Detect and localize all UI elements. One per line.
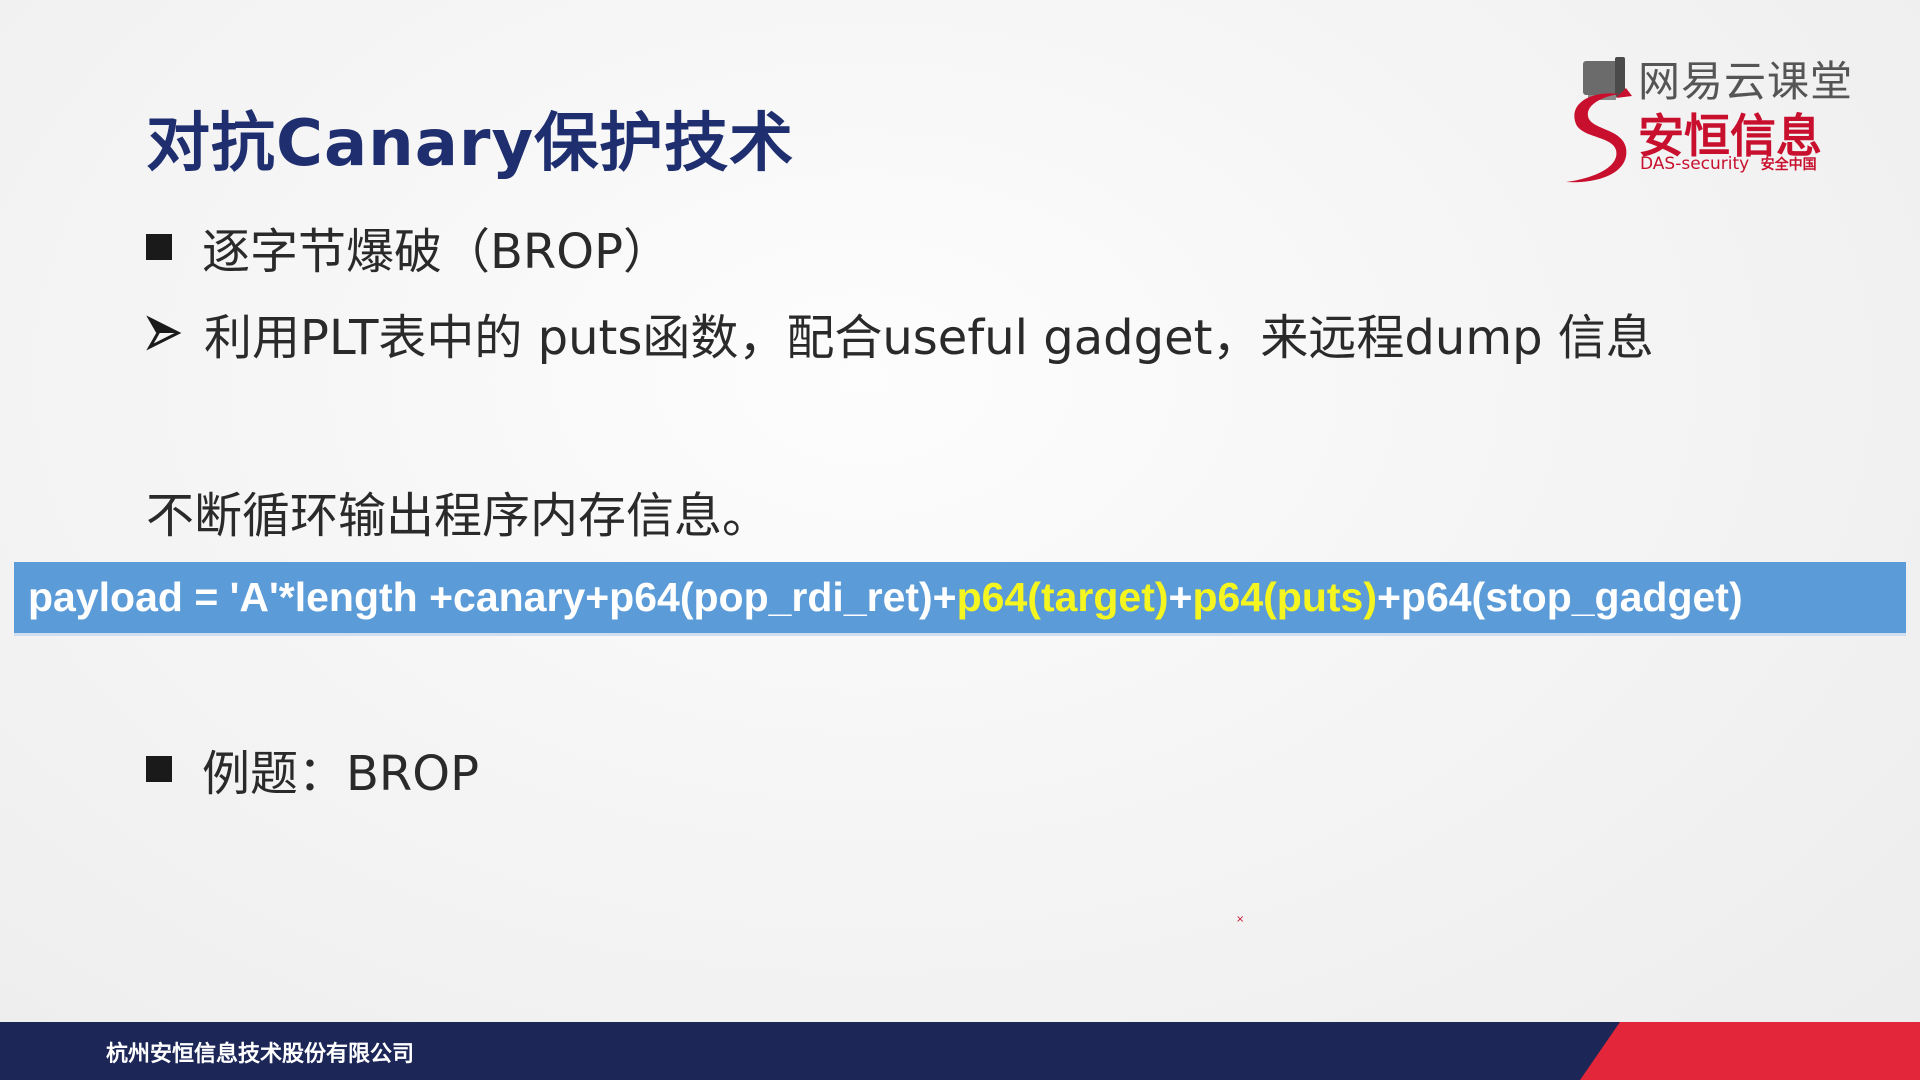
arrow-bullet-icon (146, 315, 182, 351)
bullet-text: 逐字节爆破（BROP） (202, 224, 672, 280)
slide: 对抗Canary保护技术 网易云课堂 安恒信息 DAS-security 安全中… (0, 0, 1920, 1080)
footer-red-band (1580, 1022, 1920, 1080)
footer-bar: 杭州安恒信息技术股份有限公司 (0, 1022, 1920, 1080)
payload-puts: p64(puts) (1192, 574, 1377, 620)
payload-suffix: +p64(stop_gadget) (1376, 574, 1743, 620)
das-security-s-icon (1566, 88, 1632, 183)
slide-title: 对抗Canary保护技术 (146, 107, 795, 181)
memory-dump-text: 不断循环输出程序内存信息。 (146, 488, 771, 544)
payload-prefix: payload = 'A'*length +canary+p64(pop_rdi… (28, 574, 957, 620)
payload-target: p64(target) (956, 574, 1169, 620)
payload-plus: + (1168, 574, 1193, 620)
footer-company-name: 杭州安恒信息技术股份有限公司 (106, 1042, 415, 1067)
das-logo-sub-zh: 安全中国 (1760, 157, 1817, 173)
bullet-item-example: 例题：BROP (146, 734, 479, 804)
sub-bullet-text: 利用PLT表中的 puts函数，配合useful gadget，来远程dump … (204, 310, 1654, 366)
das-logo-sub-en: DAS-security (1640, 154, 1750, 174)
square-bullet-icon (146, 234, 172, 260)
cursor-mark-icon: × (1236, 914, 1245, 925)
memory-dump-line: 不断循环输出程序内存信息。 (146, 476, 770, 546)
bullet-text: 例题：BROP (202, 746, 480, 802)
brand-logos: 网易云课堂 安恒信息 DAS-security 安全中国 (1560, 44, 1890, 194)
payload-code-box: payload = 'A'*length +canary+p64(pop_rdi… (14, 562, 1906, 636)
das-logo-subtitle: DAS-security 安全中国 (1640, 154, 1817, 174)
square-bullet-icon (146, 756, 172, 782)
bullet-item-brop: 逐字节爆破（BROP） (146, 212, 671, 282)
sub-bullet-puts: 利用PLT表中的 puts函数，配合useful gadget，来远程dump … (146, 298, 1654, 368)
